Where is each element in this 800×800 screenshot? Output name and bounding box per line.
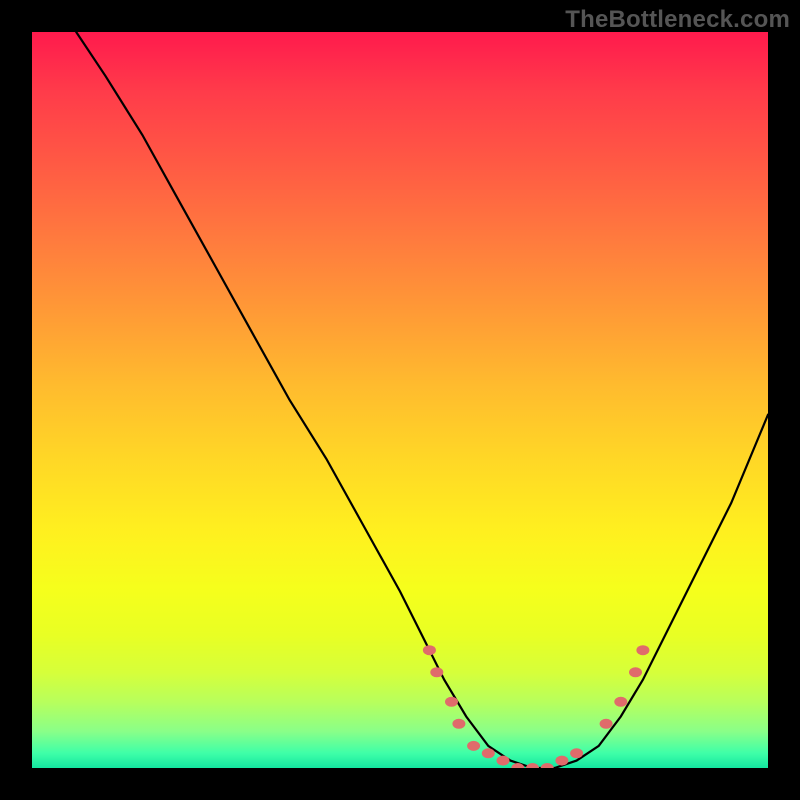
marker-dot: [526, 763, 539, 768]
marker-dot: [600, 719, 613, 729]
marker-dot: [497, 756, 510, 766]
marker-dot: [430, 667, 443, 677]
plot-area: [32, 32, 768, 768]
marker-group: [423, 645, 650, 768]
marker-dot: [636, 645, 649, 655]
chart-frame: TheBottleneck.com: [0, 0, 800, 800]
marker-dot: [629, 667, 642, 677]
marker-dot: [570, 748, 583, 758]
marker-dot: [614, 697, 627, 707]
marker-dot: [467, 741, 480, 751]
marker-dot: [423, 645, 436, 655]
marker-dot: [541, 763, 554, 768]
marker-dot: [452, 719, 465, 729]
marker-dot: [445, 697, 458, 707]
bottleneck-curve: [76, 32, 768, 768]
watermark-text: TheBottleneck.com: [565, 6, 790, 34]
marker-dot: [482, 748, 495, 758]
curve-svg: [32, 32, 768, 768]
marker-dot: [555, 756, 568, 766]
